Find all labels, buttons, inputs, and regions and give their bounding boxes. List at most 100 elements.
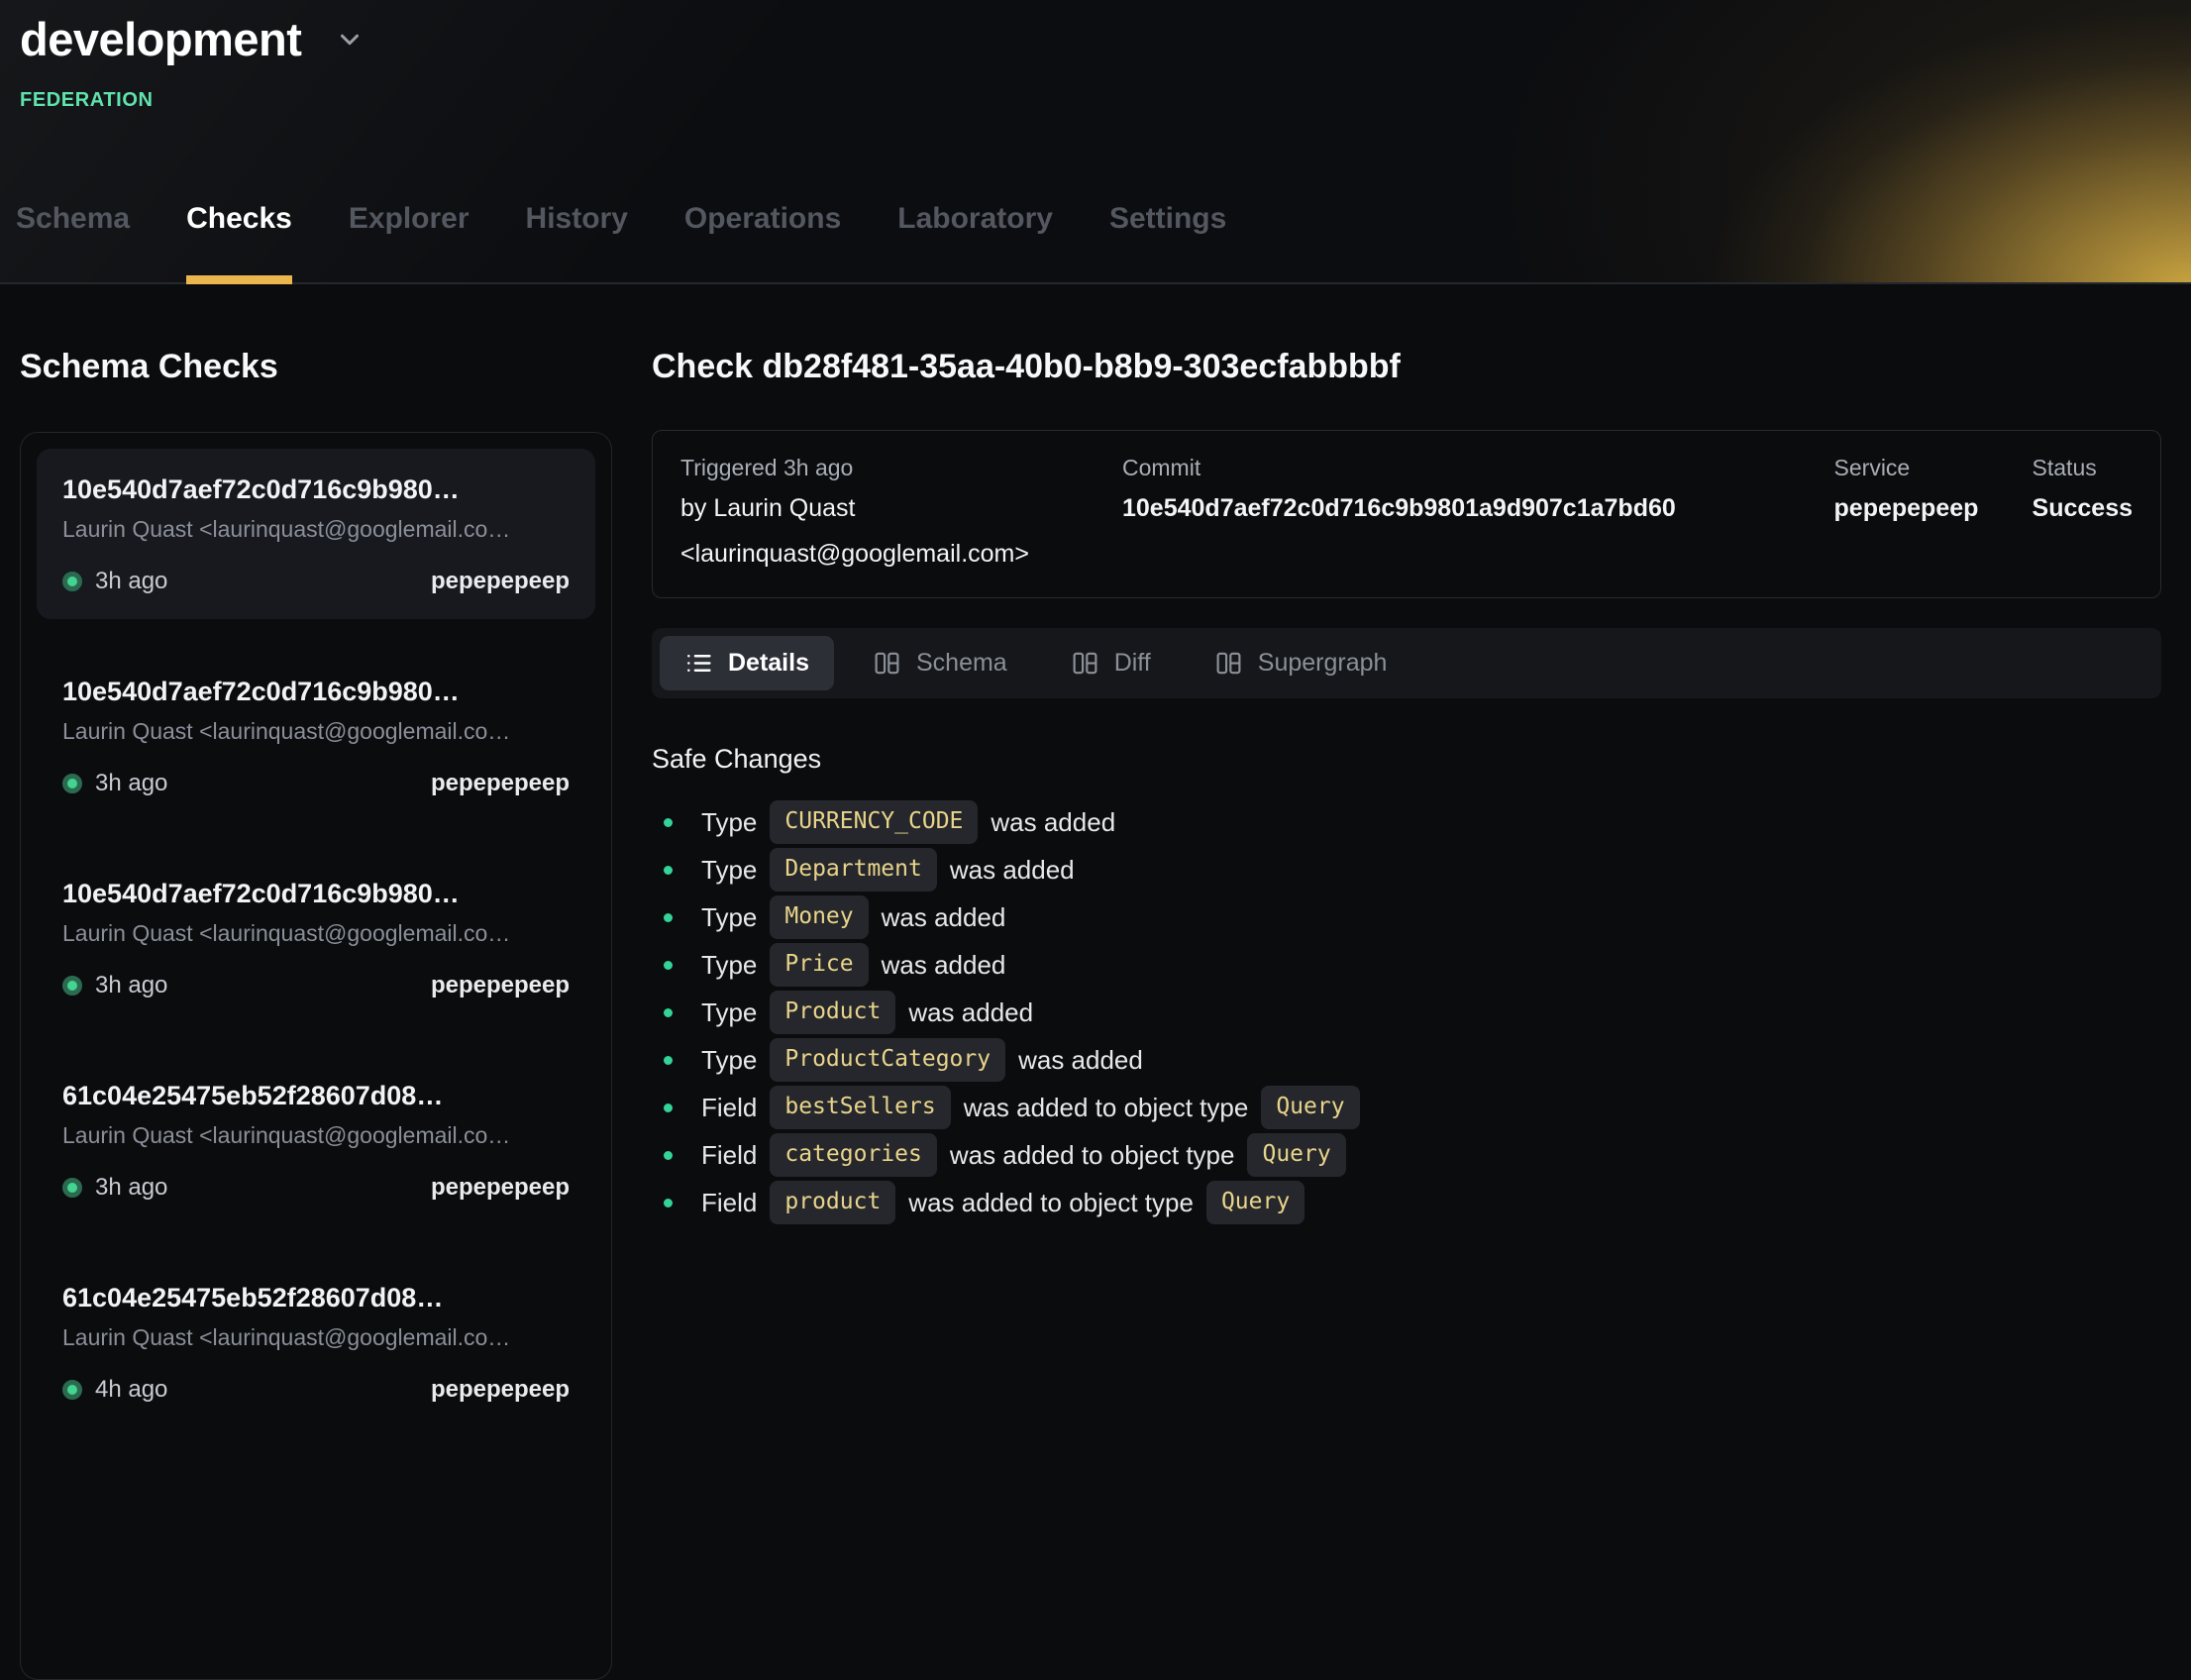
check-item-time: 3h ago: [95, 972, 167, 999]
change-row: Field product was added to object type Q…: [652, 1179, 2161, 1226]
check-item-commit: 10e540d7aef72c0d716c9b980…: [62, 474, 570, 505]
check-item-author: Laurin Quast <laurinquast@googlemail.co…: [62, 1122, 570, 1149]
change-text: was added to object type: [908, 1188, 1194, 1218]
change-kind: Type: [701, 950, 757, 981]
change-code-chip: bestSellers: [770, 1086, 950, 1129]
change-kind: Type: [701, 855, 757, 886]
schema-check-item[interactable]: 10e540d7aef72c0d716c9b980… Laurin Quast …: [37, 651, 595, 821]
change-text: was added: [991, 807, 1115, 838]
main-content: Schema Checks 10e540d7aef72c0d716c9b980……: [0, 284, 2191, 1680]
bullet-icon: [664, 1008, 673, 1017]
check-item-time: 3h ago: [95, 770, 167, 797]
nav-tab-label: Schema: [16, 202, 130, 235]
list-icon: [684, 649, 713, 678]
change-text: was added: [882, 902, 1006, 933]
change-parent-chip: Query: [1261, 1086, 1359, 1129]
change-text: was added to object type: [950, 1140, 1235, 1171]
main-nav: Schema Checks Explorer History Operation…: [16, 202, 1226, 282]
columns-icon: [873, 649, 901, 678]
meta-commit-value: 10e540d7aef72c0d716c9b9801a9d907c1a7bd60: [1122, 491, 1834, 527]
detail-tab-supergraph[interactable]: Supergraph: [1190, 636, 1412, 690]
change-parent-chip: Query: [1247, 1133, 1345, 1177]
detail-tab-diff[interactable]: Diff: [1046, 636, 1176, 690]
change-kind: Field: [701, 1188, 757, 1218]
detail-tab-label: Schema: [916, 649, 1007, 678]
status-dot-icon: [62, 1178, 82, 1198]
change-row: Type Department was added: [652, 846, 2161, 893]
bullet-icon: [664, 1103, 673, 1112]
schema-check-item[interactable]: 10e540d7aef72c0d716c9b980… Laurin Quast …: [37, 449, 595, 619]
detail-tab-schema[interactable]: Schema: [848, 636, 1032, 690]
change-code-chip: ProductCategory: [770, 1038, 1005, 1082]
bullet-icon: [664, 1056, 673, 1065]
check-item-author: Laurin Quast <laurinquast@googlemail.co…: [62, 718, 570, 745]
nav-tab-label: Operations: [684, 202, 841, 235]
change-code-chip: product: [770, 1181, 895, 1224]
safe-changes-title: Safe Changes: [652, 744, 2161, 775]
federation-badge: FEDERATION: [20, 89, 154, 112]
schema-checks-list: 10e540d7aef72c0d716c9b980… Laurin Quast …: [20, 432, 612, 1680]
bullet-icon: [664, 961, 673, 970]
change-code-chip: Department: [770, 848, 936, 892]
schema-check-item[interactable]: 61c04e25475eb52f28607d08… Laurin Quast <…: [37, 1055, 595, 1225]
check-item-commit: 61c04e25475eb52f28607d08…: [62, 1081, 570, 1111]
change-kind: Field: [701, 1140, 757, 1171]
nav-tab-label: Settings: [1109, 202, 1226, 235]
bullet-icon: [664, 818, 673, 827]
target-header: development FEDERATION Schema Checks Exp…: [0, 0, 2191, 284]
change-text: was added: [882, 950, 1006, 981]
change-kind: Type: [701, 998, 757, 1028]
chevron-down-icon[interactable]: [333, 23, 366, 56]
status-dot-icon: [62, 976, 82, 996]
check-item-author: Laurin Quast <laurinquast@googlemail.co…: [62, 516, 570, 543]
meta-status: Status Success: [2033, 455, 2133, 572]
changes-list: Type CURRENCY_CODE was added Type Depart…: [652, 798, 2161, 1226]
check-item-service: pepepepeep: [431, 972, 570, 999]
bullet-icon: [664, 913, 673, 922]
check-meta-box: Triggered 3h ago by Laurin Quast <laurin…: [652, 430, 2161, 598]
status-dot-icon: [62, 774, 82, 793]
change-kind: Type: [701, 902, 757, 933]
meta-service: Service pepepepeep: [1834, 455, 2033, 572]
schema-check-item[interactable]: 61c04e25475eb52f28607d08… Laurin Quast <…: [37, 1257, 595, 1427]
nav-tab-schema[interactable]: Schema: [16, 202, 130, 282]
meta-service-label: Service: [1834, 455, 2033, 481]
bullet-icon: [664, 866, 673, 875]
schema-checks-panel: Schema Checks 10e540d7aef72c0d716c9b980……: [20, 284, 612, 1680]
detail-tab-label: Diff: [1114, 649, 1151, 678]
status-dot-icon: [62, 572, 82, 591]
columns-icon: [1214, 649, 1243, 678]
change-kind: Type: [701, 807, 757, 838]
nav-tab-label: History: [526, 202, 628, 235]
nav-tab-settings[interactable]: Settings: [1109, 202, 1226, 282]
nav-tab-label: Explorer: [349, 202, 470, 235]
target-selector[interactable]: development: [20, 12, 366, 66]
change-code-chip: CURRENCY_CODE: [770, 800, 978, 844]
nav-tab-label: Laboratory: [897, 202, 1053, 235]
schema-check-item[interactable]: 10e540d7aef72c0d716c9b980… Laurin Quast …: [37, 853, 595, 1023]
meta-commit: Commit 10e540d7aef72c0d716c9b9801a9d907c…: [1122, 455, 1834, 572]
nav-tab-operations[interactable]: Operations: [684, 202, 841, 282]
change-row: Type Money was added: [652, 893, 2161, 941]
check-item-time: 3h ago: [95, 568, 167, 595]
nav-tab-checks[interactable]: Checks: [186, 202, 292, 282]
meta-triggered-label: Triggered 3h ago: [680, 455, 1122, 481]
nav-tab-laboratory[interactable]: Laboratory: [897, 202, 1053, 282]
change-text: was added to object type: [964, 1093, 1249, 1123]
change-kind: Type: [701, 1045, 757, 1076]
check-item-service: pepepepeep: [431, 568, 570, 595]
change-text: was added: [908, 998, 1033, 1028]
meta-triggered: Triggered 3h ago by Laurin Quast <laurin…: [680, 455, 1122, 572]
change-text: was added: [1018, 1045, 1143, 1076]
check-item-commit: 10e540d7aef72c0d716c9b980…: [62, 677, 570, 707]
nav-tab-label: Checks: [186, 202, 292, 235]
nav-tab-history[interactable]: History: [526, 202, 628, 282]
check-title: Check db28f481-35aa-40b0-b8b9-303ecfabbb…: [652, 348, 2161, 386]
change-row: Type ProductCategory was added: [652, 1036, 2161, 1084]
detail-tabs: Details Schema Diff Supergraph: [652, 628, 2161, 698]
change-parent-chip: Query: [1206, 1181, 1304, 1224]
detail-tab-label: Supergraph: [1258, 649, 1388, 678]
detail-tab-details[interactable]: Details: [660, 636, 834, 690]
nav-tab-explorer[interactable]: Explorer: [349, 202, 470, 282]
bullet-icon: [664, 1199, 673, 1208]
